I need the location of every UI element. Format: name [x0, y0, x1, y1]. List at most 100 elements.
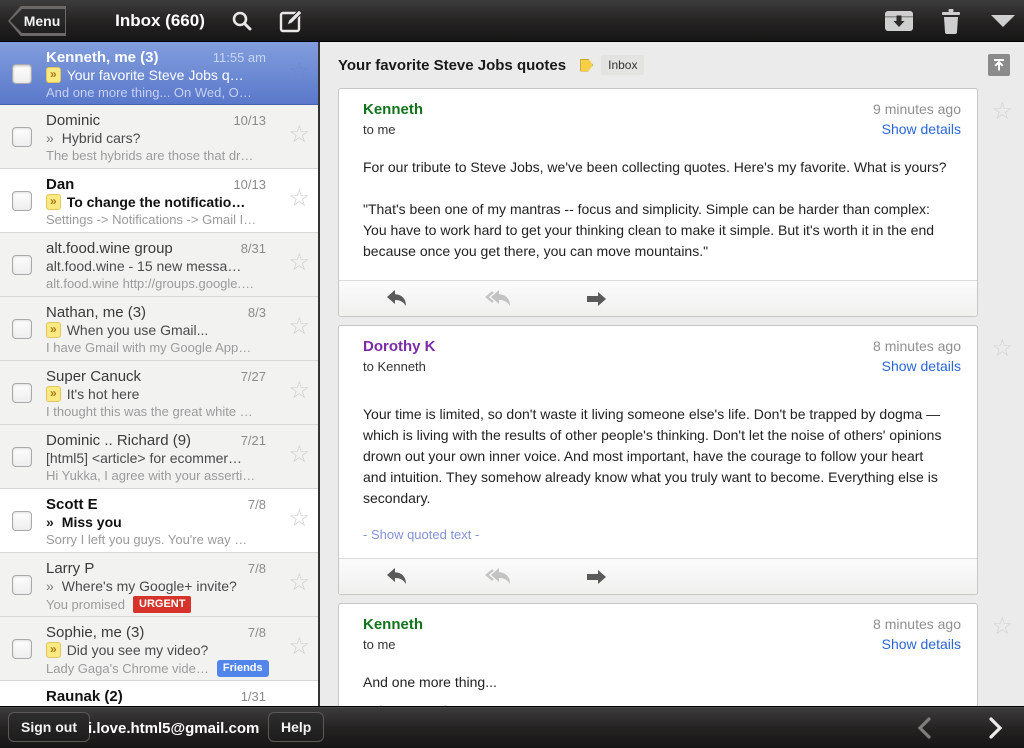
checkbox[interactable] [12, 511, 32, 531]
message-body: For our tribute to Steve Jobs, we've bee… [339, 143, 977, 280]
show-quoted-text-link[interactable]: - Show quoted text - [339, 527, 977, 558]
replied-chevron-icon: » [46, 642, 61, 658]
subject: When you use Gmail... [67, 322, 209, 338]
thread-header: Your favorite Steve Jobs quotes Inbox [322, 42, 1024, 88]
forward-icon[interactable] [585, 569, 685, 585]
list-item[interactable]: Super Canuck7/27 »It's hot here I though… [0, 361, 318, 425]
top-toolbar: Menu Inbox (660) [0, 0, 1024, 42]
subject: To change the notificatio… [67, 194, 246, 210]
bottom-toolbar: Sign out i.love.html5@gmail.com Help [0, 706, 1024, 748]
list-item[interactable]: Kenneth, me (3)11:55 am »Your favorite S… [0, 42, 318, 105]
thread-subject: Your favorite Steve Jobs quotes [338, 57, 566, 74]
sender: Dominic [46, 112, 100, 129]
sender: Raunak (2) [46, 688, 123, 705]
list-item[interactable]: Scott E7/8 »Miss you Sorry I left you gu… [0, 489, 318, 553]
message-time: 9 minutes ago [873, 101, 961, 117]
checkbox[interactable] [12, 319, 32, 339]
help-button[interactable]: Help [268, 712, 324, 742]
star-icon[interactable]: ☆ [288, 60, 310, 84]
search-icon[interactable] [228, 0, 256, 42]
list-item[interactable]: Dominic10/13 »Hybrid cars? The best hybr… [0, 105, 318, 169]
body-paragraph: For our tribute to Steve Jobs, we've bee… [363, 157, 947, 178]
show-details-link[interactable]: Show details [873, 121, 961, 137]
checkbox[interactable] [12, 383, 32, 403]
inbox-label-chip[interactable]: Inbox [601, 55, 644, 75]
message-sender[interactable]: Kenneth [363, 101, 423, 118]
star-icon[interactable]: ☆ [288, 443, 310, 467]
preview: The best hybrids are those that dr… [46, 148, 253, 163]
next-conversation-chevron-icon[interactable] [982, 715, 1008, 741]
sender: Super Canuck [46, 368, 141, 385]
message-sender[interactable]: Dorothy K [363, 338, 436, 355]
compose-icon[interactable] [276, 0, 306, 42]
body-paragraph: And one more thing... [363, 672, 947, 693]
date: 7/8 [248, 497, 266, 512]
message-sender[interactable]: Kenneth [363, 616, 423, 633]
preview: alt.food.wine http://groups.google.… [46, 276, 254, 291]
preview: You promised [46, 597, 125, 612]
list-item[interactable]: Nathan, me (3)8/3 »When you use Gmail...… [0, 297, 318, 361]
star-icon[interactable]: ☆ [288, 187, 310, 211]
reply-icon[interactable] [385, 289, 485, 309]
message-recipient: to Kenneth [363, 359, 436, 374]
subject: Miss you [62, 514, 122, 530]
urgent-label: URGENT [133, 596, 191, 613]
star-icon[interactable]: ☆ [288, 315, 310, 339]
subject: Hybrid cars? [62, 130, 141, 146]
checkbox[interactable] [12, 639, 32, 659]
list-item[interactable]: alt.food.wine group8/31 alt.food.wine - … [0, 233, 318, 297]
show-details-link[interactable]: Show details [873, 636, 961, 652]
checkbox[interactable] [12, 255, 32, 275]
list-item[interactable]: Dominic .. Richard (9)7/21 [html5] <arti… [0, 425, 318, 489]
subject: Where's my Google+ invite? [62, 578, 237, 594]
subject: Did you see my video? [67, 642, 209, 658]
star-icon[interactable]: ☆ [288, 507, 310, 531]
subject: It's hot here [67, 386, 140, 402]
body-paragraph: Your time is limited, so don't waste it … [363, 404, 947, 509]
list-item[interactable]: Dan10/13 »To change the notificatio… Set… [0, 169, 318, 233]
preview: Settings -> Notifications -> Gmail I… [46, 212, 256, 227]
message-time: 8 minutes ago [873, 616, 961, 632]
more-menu-chevron-icon[interactable] [988, 0, 1018, 42]
message-body: And one more thing... [339, 658, 977, 703]
star-icon[interactable]: ☆ [288, 123, 310, 147]
sender: Nathan, me (3) [46, 304, 146, 321]
reply-icon[interactable] [385, 567, 485, 587]
forward-icon[interactable] [585, 291, 685, 307]
date: 8/31 [241, 241, 266, 256]
preview: And one more thing... On Wed, O… [46, 85, 252, 100]
replied-chevron-icon: » [46, 578, 54, 594]
trash-icon[interactable] [938, 0, 964, 42]
checkbox[interactable] [12, 64, 32, 84]
sign-out-button[interactable]: Sign out [8, 712, 90, 742]
archive-icon[interactable] [882, 0, 916, 42]
list-item[interactable]: Sophie, me (3)7/8 »Did you see my video?… [0, 617, 318, 681]
message-action-bar [339, 280, 977, 316]
sender: Scott E [46, 496, 98, 513]
replied-chevron-icon: » [46, 130, 54, 146]
reply-all-icon[interactable] [485, 567, 585, 587]
message-card: Kenneth to me 8 minutes ago Show details… [338, 603, 978, 706]
star-icon[interactable]: ☆ [288, 571, 310, 595]
sender: Larry P [46, 560, 94, 577]
list-item[interactable]: Larry P7/8 »Where's my Google+ invite? Y… [0, 553, 318, 617]
star-icon[interactable]: ☆ [288, 251, 310, 275]
star-icon[interactable]: ☆ [288, 379, 310, 403]
preview: Sorry I left you guys. You're way … [46, 532, 247, 547]
scroll-to-top-button[interactable] [988, 54, 1010, 76]
message-time: 8 minutes ago [873, 338, 961, 354]
checkbox[interactable] [12, 191, 32, 211]
star-icon[interactable]: ☆ [991, 334, 1013, 363]
show-details-link[interactable]: Show details [873, 358, 961, 374]
star-icon[interactable]: ☆ [991, 97, 1013, 126]
star-icon[interactable]: ☆ [288, 635, 310, 659]
friends-label: Friends [217, 660, 269, 677]
body-paragraph: "That's been one of my mantras -- focus … [363, 199, 947, 262]
reply-all-icon[interactable] [485, 289, 585, 309]
checkbox[interactable] [12, 127, 32, 147]
previous-conversation-chevron-icon[interactable] [912, 715, 938, 741]
checkbox[interactable] [12, 575, 32, 595]
star-icon[interactable]: ☆ [991, 612, 1013, 641]
checkbox[interactable] [12, 447, 32, 467]
list-item[interactable]: Raunak (2)1/31 [0, 681, 318, 706]
